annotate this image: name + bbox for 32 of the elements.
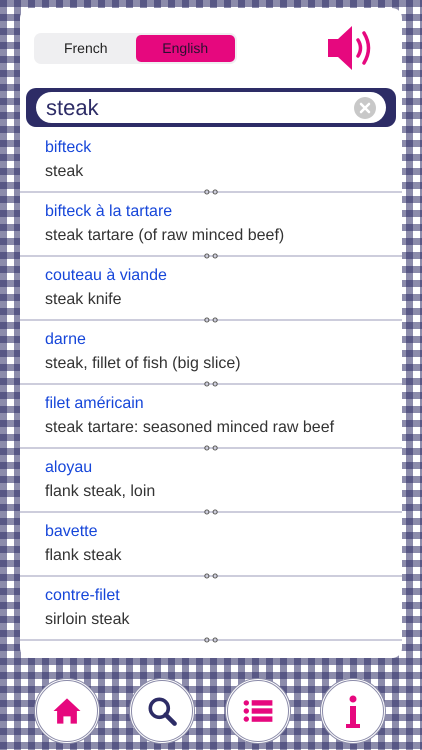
home-button[interactable] [34, 678, 100, 744]
entry-row[interactable]: filet américain steak tartare: seasoned minced raw beef [20, 387, 402, 445]
french-term: bifteck [45, 138, 92, 158]
french-term: couteau à viande [45, 266, 168, 286]
entry-row[interactable]: aloyau flank steak, loin [20, 451, 402, 509]
language-tab[interactable]: French [36, 34, 136, 62]
info-icon [344, 694, 361, 728]
search-button[interactable] [129, 678, 196, 744]
english-translation: flank steak, loin [45, 482, 156, 502]
search-field[interactable]: steak [26, 88, 396, 127]
english-translation: steak, fillet of fish (big slice) [45, 354, 242, 374]
english-translation: steak [45, 162, 84, 182]
entry-row[interactable]: bavette flank steak [20, 515, 402, 573]
english-translation: flank steak [45, 546, 122, 566]
language-tab[interactable]: English [136, 34, 235, 62]
english-translation: steak knife [45, 290, 122, 310]
english-translation: steak tartare: seasoned minced raw beef [45, 418, 336, 438]
french-term: contre-filet [45, 586, 121, 606]
info-button[interactable] [320, 678, 386, 744]
entry-row[interactable]: contre-filet sirloin steak [20, 579, 402, 637]
french-term: bavette [45, 522, 98, 542]
english-translation: steak tartare (of raw minced beef) [45, 226, 286, 246]
french-term: darne [45, 330, 87, 350]
entry-row[interactable]: bifteck steak [20, 131, 402, 189]
list-button[interactable] [224, 678, 291, 744]
french-term: aloyau [45, 458, 94, 478]
french-term: bifteck à la tartare [45, 202, 174, 222]
entry-row[interactable]: couteau à viande steak knife [20, 259, 402, 317]
french-term: filet américain [45, 394, 145, 414]
entry-row[interactable]: darne steak, fillet of fish (big slice) [20, 323, 402, 381]
english-translation: sirloin steak [45, 610, 130, 630]
entry-row[interactable]: bifteck à la tartare steak tartare (of raw minced beef) [20, 195, 402, 253]
